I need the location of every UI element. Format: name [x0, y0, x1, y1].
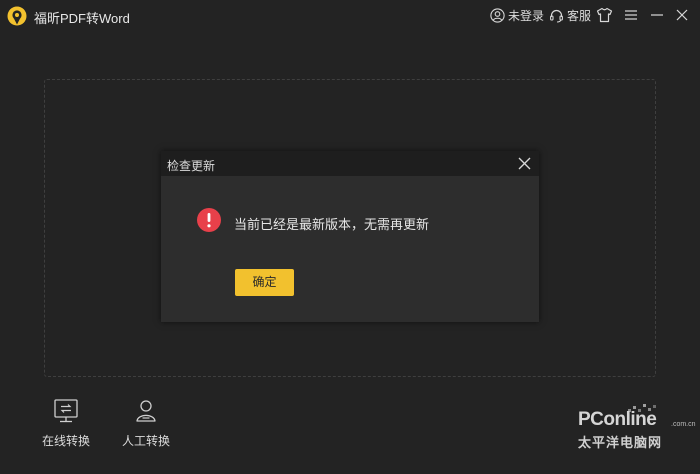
dialog-title: 检查更新: [167, 159, 216, 173]
user-icon: [490, 7, 505, 23]
manual-convert-button[interactable]: 人工转换: [116, 398, 176, 454]
menu-button[interactable]: [624, 6, 638, 24]
app-window: 福昕PDF转Word 未登录 客服 检查更新 当前已经是最新版本，无需再更新 确…: [0, 0, 700, 474]
manual-convert-icon: [136, 400, 156, 422]
ok-button[interactable]: 确定: [235, 269, 294, 296]
pconline-watermark: PConline .com.cn 太平洋电脑网: [576, 403, 696, 467]
title-bar: 福昕PDF转Word 未登录 客服: [0, 0, 700, 32]
watermark-subtitle: 太平洋电脑网: [578, 435, 663, 450]
dialog-message: 当前已经是最新版本，无需再更新: [234, 217, 430, 232]
close-icon: [676, 9, 688, 21]
login-button[interactable]: 未登录: [490, 6, 544, 24]
update-check-dialog: 检查更新 当前已经是最新版本，无需再更新 确定: [161, 151, 539, 322]
service-label: 客服: [567, 8, 592, 23]
menu-icon: [625, 10, 637, 20]
app-logo-icon: [7, 6, 27, 26]
watermark-domain: .com.cn: [671, 421, 696, 428]
app-title: 福昕PDF转Word: [34, 11, 130, 26]
close-button[interactable]: [675, 6, 689, 24]
alert-icon: [197, 208, 221, 232]
minimize-icon: [651, 14, 663, 16]
dialog-close-icon[interactable]: [516, 155, 533, 172]
skin-button[interactable]: [596, 6, 613, 24]
customer-service-button[interactable]: 客服: [549, 6, 591, 24]
online-convert-label: 在线转换: [41, 434, 90, 448]
headset-icon: [550, 9, 563, 22]
tshirt-icon: [596, 7, 613, 23]
online-convert-icon: [54, 399, 78, 423]
login-label: 未登录: [508, 8, 545, 23]
minimize-button[interactable]: [650, 6, 664, 24]
manual-convert-label: 人工转换: [121, 434, 170, 448]
online-convert-button[interactable]: 在线转换: [36, 398, 96, 454]
watermark-brand: PConline: [578, 409, 657, 430]
dialog-header: 检查更新: [161, 151, 539, 176]
